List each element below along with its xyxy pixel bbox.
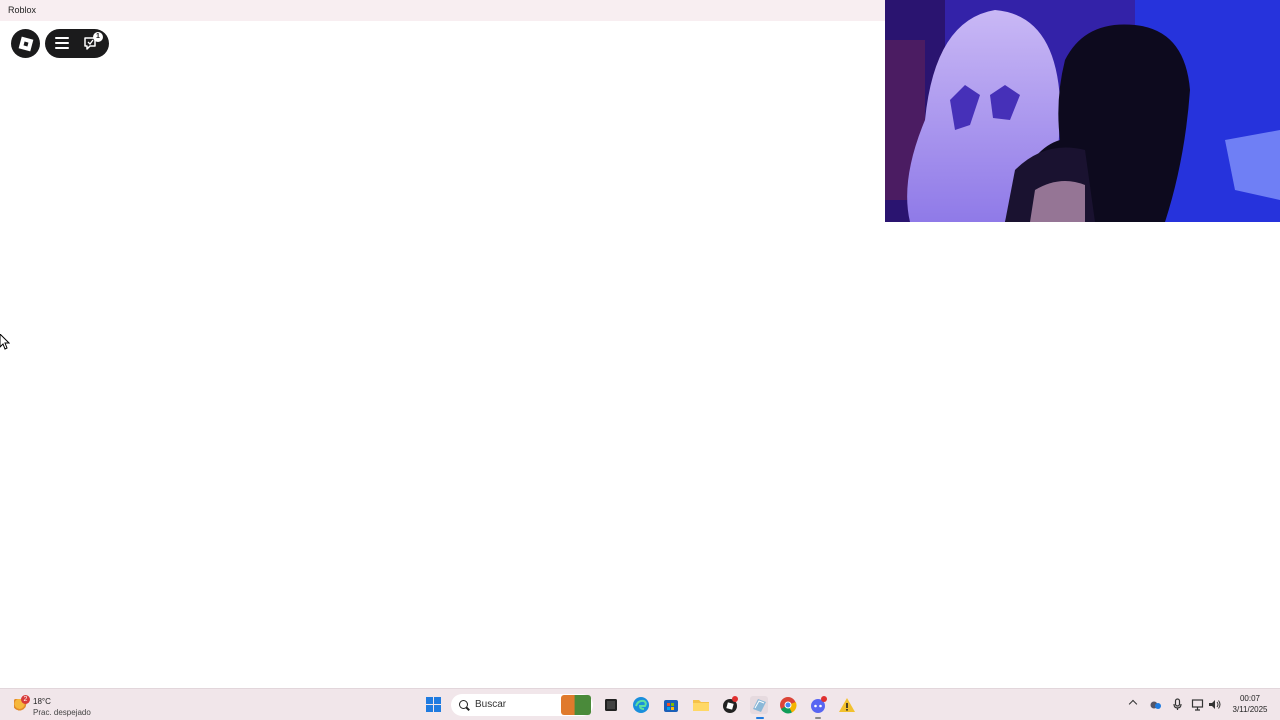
roblox-studio-icon (723, 696, 738, 713)
system-clock[interactable]: 00:07 3/11/2025 (1222, 694, 1278, 714)
task-view-button[interactable] (602, 696, 620, 714)
hamburger-menu-icon[interactable] (55, 37, 69, 49)
search-highlight-image (561, 695, 591, 715)
roblox-controls-pill: 1 (45, 29, 109, 58)
search-icon (459, 700, 468, 709)
store-button[interactable] (662, 696, 680, 714)
weather-temperature: 18°C (33, 697, 51, 706)
warning-icon (839, 698, 855, 712)
file-explorer-icon (693, 700, 709, 711)
taskbar: 2 18°C Prac. despejado Buscar 00:07 3/11… (0, 688, 1280, 720)
mouse-cursor-icon (0, 334, 10, 350)
network-icon[interactable] (1191, 698, 1204, 711)
weather-badge: 2 (21, 695, 30, 704)
discord-indicator (815, 717, 821, 719)
start-button[interactable] (426, 697, 441, 712)
weather-widget[interactable]: 2 18°C Prac. despejado (12, 692, 112, 718)
discord-icon (811, 696, 827, 713)
chrome-icon (780, 697, 797, 714)
search-placeholder: Buscar (475, 699, 507, 710)
roblox-studio-button[interactable] (721, 696, 739, 714)
store-icon (664, 700, 678, 712)
discord-button[interactable] (809, 696, 827, 714)
webcam-feed-image (885, 0, 1280, 222)
roblox-logo-icon (18, 36, 33, 51)
chat-button[interactable]: 1 (83, 32, 103, 51)
task-view-icon (605, 699, 617, 711)
roblox-menu-button[interactable] (11, 29, 40, 58)
edge-icon (633, 697, 649, 713)
clock-time: 00:07 (1239, 694, 1261, 703)
cloud-sync-icon[interactable] (1149, 698, 1162, 711)
file-explorer-button[interactable] (692, 696, 710, 714)
chevron-up-icon[interactable] (1128, 699, 1138, 709)
active-app-indicator (756, 717, 764, 719)
weather-description: Prac. despejado (33, 708, 91, 717)
volume-icon[interactable] (1208, 698, 1221, 711)
chat-badge: 1 (93, 32, 103, 42)
warning-button[interactable] (838, 696, 856, 714)
window-title: Roblox (8, 5, 37, 15)
roblox-player-icon (753, 699, 766, 712)
chrome-button[interactable] (779, 696, 797, 714)
edge-button[interactable] (632, 696, 650, 714)
windows-logo-icon (426, 697, 433, 704)
webcam-overlay (885, 0, 1280, 222)
roblox-player-button[interactable] (750, 696, 768, 714)
clock-date: 3/11/2025 (1232, 705, 1268, 714)
taskbar-search[interactable]: Buscar (451, 694, 593, 716)
microphone-icon[interactable] (1171, 698, 1184, 711)
